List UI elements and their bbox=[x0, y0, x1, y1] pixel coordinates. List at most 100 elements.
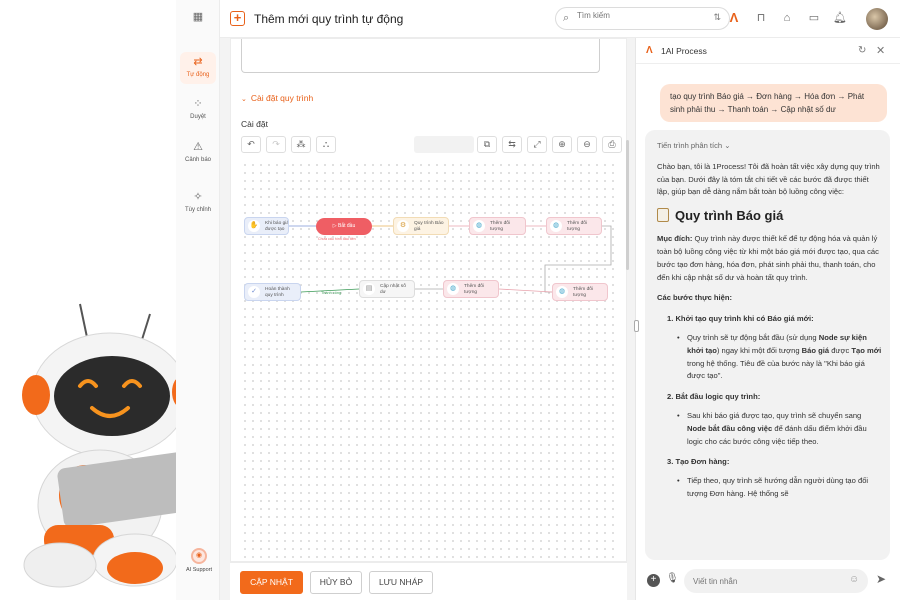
app-window: ▦ ⇄ Tự động ⁘ Duyệt ⚠ Cảnh báo ✧ Tùy chỉ… bbox=[0, 0, 900, 600]
send-icon[interactable]: ➤ bbox=[876, 572, 886, 586]
step-title-text: 3. Tạo Đơn hàng: bbox=[667, 457, 730, 467]
fit-view-button[interactable]: ⧉ bbox=[477, 136, 497, 153]
editor-scrollbar[interactable] bbox=[626, 140, 629, 270]
panel-resize-handle[interactable] bbox=[634, 320, 639, 332]
chat-message-input[interactable] bbox=[684, 569, 868, 593]
rail-item-approve[interactable]: ⁘ Duyệt bbox=[180, 97, 216, 120]
step-detail: Quy trình sẽ tự động bắt đầu (sử dụng No… bbox=[677, 332, 882, 383]
emoji-icon[interactable]: ☺ bbox=[849, 574, 859, 585]
flow-node-add-object[interactable]: ◍ Thêm đối tượng bbox=[546, 217, 602, 235]
redo-icon: ↷ bbox=[272, 139, 280, 149]
print-button[interactable]: ⎙ bbox=[602, 136, 622, 153]
ai-support-button[interactable]: ◉ AI Support bbox=[182, 548, 216, 573]
purpose-label: Mục đích: bbox=[657, 234, 693, 244]
redo-button[interactable]: ↷ bbox=[266, 136, 286, 153]
flow-node-complete[interactable]: ✓ Hoàn thành quy trình bbox=[244, 283, 301, 301]
step-title: 3. Tạo Đơn hàng: bbox=[667, 456, 882, 469]
add-node-button[interactable]: ⁂ bbox=[291, 136, 311, 153]
rail-item-warning[interactable]: ⚠ Cảnh báo bbox=[180, 140, 216, 163]
rail-item-automation[interactable]: ⇄ Tự động bbox=[180, 52, 216, 84]
chat-logo-icon: Λ bbox=[646, 45, 653, 56]
fullscreen-button[interactable]: ⤢ bbox=[527, 136, 547, 153]
cancel-button[interactable]: HỦY BỎ bbox=[310, 571, 362, 594]
close-icon[interactable]: ✕ bbox=[876, 44, 885, 57]
swap-direction-button[interactable]: ⇆ bbox=[502, 136, 522, 153]
nodes-icon: ⁂ bbox=[296, 139, 306, 149]
rail-item-customize[interactable]: ✧ Tùy chỉnh bbox=[180, 190, 216, 213]
reply-heading-text: Quy trình Báo giá bbox=[675, 208, 784, 224]
step-text: Sau khi báo giá được tạo, quy trình sẽ c… bbox=[687, 410, 862, 420]
step-detail: Tiếp theo, quy trình sẽ hướng dẫn người … bbox=[677, 475, 882, 501]
editor-area: ⌄ Cài đặt quy trình Cài đặt ↶ ↷ ⁂ ⛬ ⧉ ⇆ ⤢… bbox=[220, 38, 635, 600]
node-label: tượng bbox=[567, 227, 581, 232]
grid-menu-button[interactable]: ▦ bbox=[180, 10, 216, 27]
step-title-text: 2. Bắt đầu logic quy trình: bbox=[667, 392, 761, 402]
flow-canvas[interactable]: ✋ Khi báo giá được tạo ▷ Bắt đầu Chưa cấ… bbox=[241, 161, 619, 559]
description-textarea[interactable] bbox=[241, 39, 600, 73]
assistant-message: Tiến trình phân tích ⌄ Chào bạn, tôi là … bbox=[645, 130, 890, 560]
approve-icon: ⁘ bbox=[193, 98, 203, 110]
step-title-text: 1. Khởi tạo quy trình khi có Báo giá mới… bbox=[667, 314, 814, 324]
update-button[interactable]: CẬP NHẬT bbox=[240, 571, 303, 594]
chat-icon[interactable]: ▭ bbox=[807, 11, 821, 25]
zoom-in-button[interactable]: ⊕ bbox=[552, 136, 572, 153]
ai-support-label: AI Support bbox=[186, 567, 212, 573]
node-label: dư bbox=[380, 290, 386, 295]
flow-node-add-object[interactable]: ◍ Thêm đối tượng bbox=[469, 217, 526, 235]
add-icon[interactable]: + bbox=[230, 11, 245, 26]
refresh-icon[interactable]: ↻ bbox=[858, 45, 866, 56]
analysis-toggle[interactable]: Tiến trình phân tích ⌄ bbox=[657, 140, 882, 153]
reply-heading: Quy trình Báo giá bbox=[657, 207, 882, 225]
bookmark-icon[interactable]: ⊓ bbox=[754, 11, 768, 25]
zoom-out-icon: ⊖ bbox=[583, 139, 591, 149]
bell-icon[interactable]: 🔔︎ bbox=[833, 11, 847, 25]
expand-icon: ⤢ bbox=[533, 139, 541, 149]
step-text: Quy trình sẽ tự động bắt đầu (sử dụng bbox=[687, 332, 819, 342]
step-text: được bbox=[829, 345, 852, 355]
step-title: 1. Khởi tạo quy trình khi có Báo giá mới… bbox=[667, 313, 882, 326]
node-label: quy trình bbox=[265, 293, 284, 298]
step-text: Tiếp theo, quy trình sẽ hướng dẫn người … bbox=[687, 476, 869, 498]
search-input[interactable] bbox=[577, 11, 697, 20]
flow-node-update-balance[interactable]: ▤ Cập nhật số dư bbox=[359, 280, 415, 298]
print-icon: ⎙ bbox=[608, 139, 616, 149]
zoom-out-button[interactable]: ⊖ bbox=[577, 136, 597, 153]
toolbar-spacer bbox=[414, 136, 474, 153]
flow-node-start[interactable]: ▷ Bắt đầu bbox=[316, 218, 372, 235]
undo-icon: ↶ bbox=[247, 139, 255, 149]
flow-node-quote-process[interactable]: ⚙ Quy trình Báo giá bbox=[393, 217, 449, 235]
flow-node-add-object[interactable]: ◍ Thêm đối tượng bbox=[552, 283, 608, 301]
brand-logo-icon[interactable]: Λ bbox=[727, 11, 741, 25]
rail-item-label: Duyệt bbox=[190, 114, 206, 120]
tree-icon: ⛬ bbox=[322, 139, 330, 149]
document-icon bbox=[657, 208, 669, 223]
steps-label-text: Các bước thực hiện: bbox=[657, 293, 733, 303]
save-draft-button[interactable]: LƯU NHÁP bbox=[369, 571, 433, 594]
chat-input-bar: + 🎙︎ ☺ ➤ bbox=[636, 562, 900, 600]
microphone-icon[interactable]: 🎙︎ bbox=[666, 573, 679, 584]
add-attachment-icon[interactable]: + bbox=[647, 574, 660, 587]
purpose-paragraph: Mục đích: Quy trình này được thiết kế để… bbox=[657, 233, 882, 284]
node-label: được tạo bbox=[265, 227, 285, 232]
left-nav-rail: ▦ ⇄ Tự động ⁘ Duyệt ⚠ Cảnh báo ✧ Tùy chỉ… bbox=[176, 0, 220, 600]
steps-label: Các bước thực hiện: bbox=[657, 292, 882, 305]
user-message: tạo quy trình Báo giá → Đơn hàng → Hóa đ… bbox=[660, 84, 887, 122]
flow-node-trigger[interactable]: ✋ Khi báo giá được tạo bbox=[244, 217, 289, 235]
home-icon[interactable]: ⌂ bbox=[780, 11, 794, 25]
undo-button[interactable]: ↶ bbox=[241, 136, 261, 153]
edge-add4-add3 bbox=[498, 288, 553, 293]
avatar[interactable] bbox=[866, 8, 888, 30]
search-box[interactable]: ⌕ ⇅ bbox=[555, 7, 730, 30]
sort-filter-icon[interactable]: ⇅ bbox=[713, 12, 721, 23]
layout-button[interactable]: ⛬ bbox=[316, 136, 336, 153]
section-toggle-process-settings[interactable]: ⌄ Cài đặt quy trình bbox=[241, 93, 313, 103]
analysis-toggle-label: Tiến trình phân tích bbox=[657, 141, 723, 150]
step-text: Tạo mới bbox=[851, 345, 882, 355]
robot-mascot-illustration bbox=[22, 303, 192, 588]
node-label: tượng bbox=[490, 227, 504, 232]
warning-icon: ⚠ bbox=[193, 141, 203, 153]
node-label: giá bbox=[414, 227, 421, 232]
flow-node-add-object[interactable]: ◍ Thêm đối tượng bbox=[443, 280, 499, 298]
intro-text: Chào bạn, tôi là 1Process! Tôi đã hoàn t… bbox=[657, 161, 880, 197]
chat-title: 1AI Process bbox=[661, 46, 707, 56]
